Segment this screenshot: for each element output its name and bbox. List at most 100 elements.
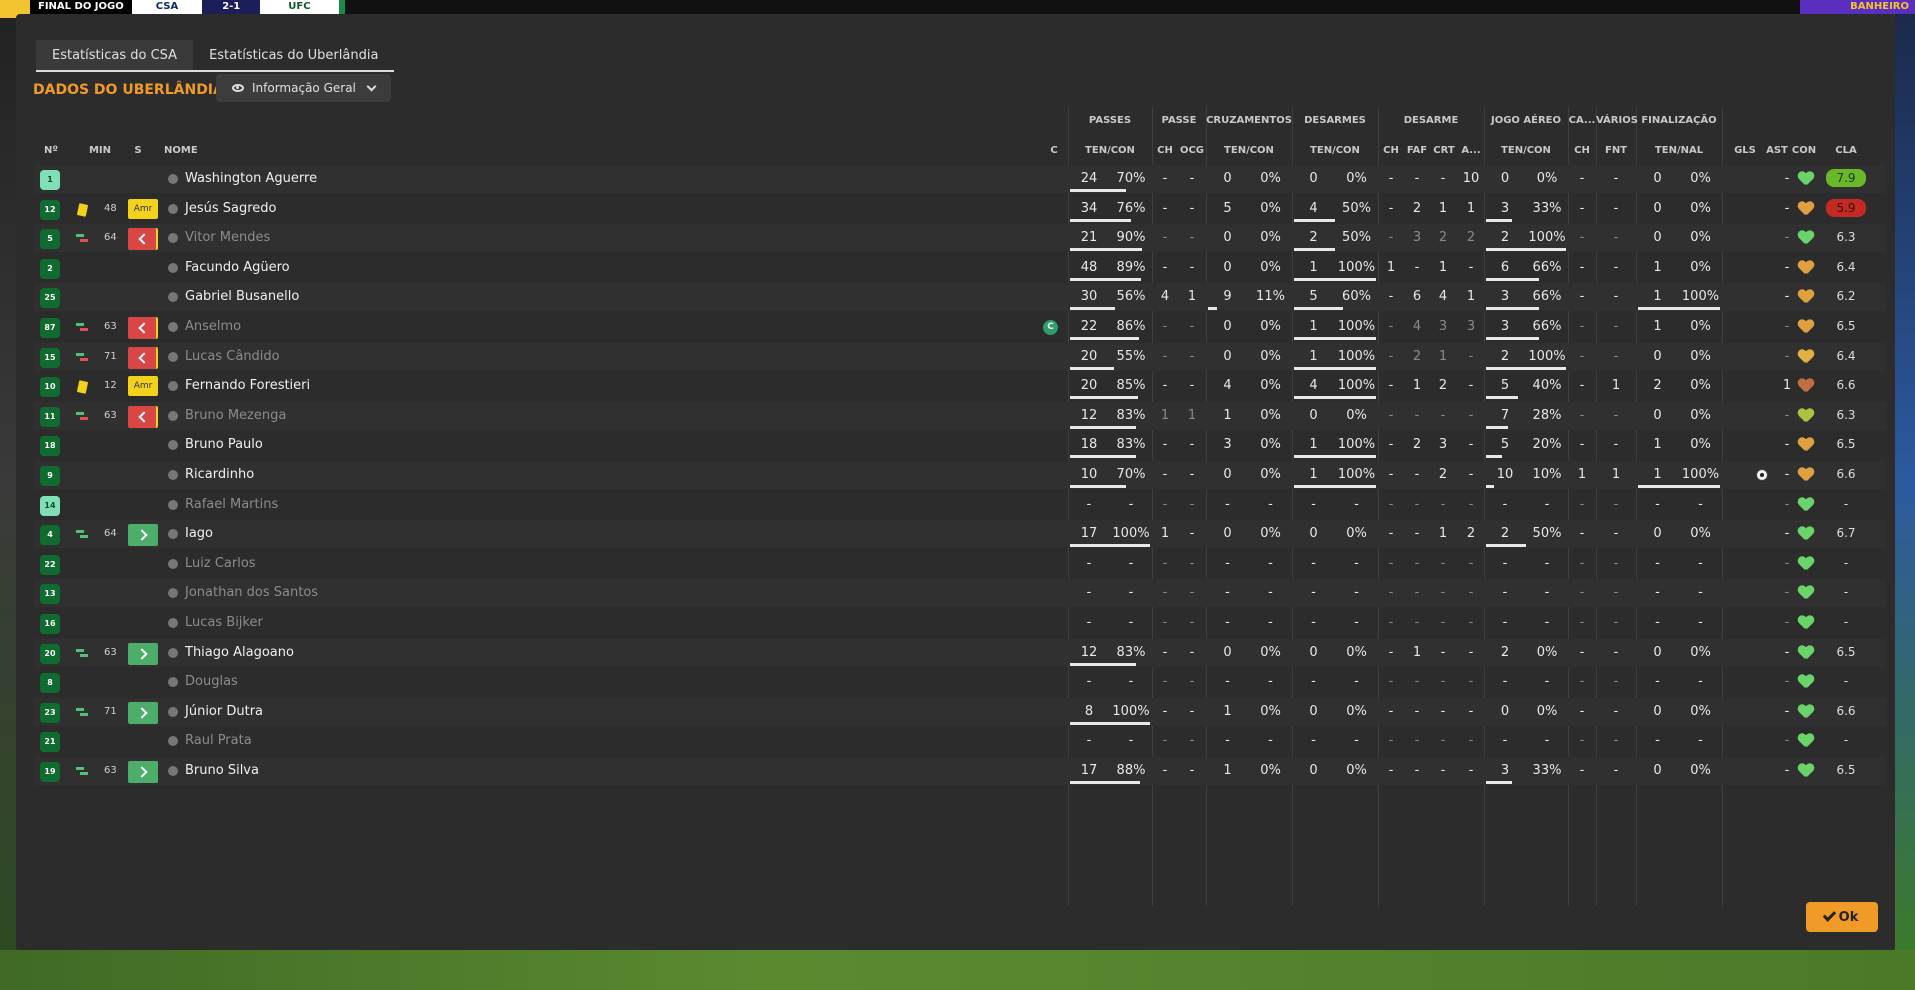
aerial-bar [1486,366,1566,370]
player-icon [168,262,178,273]
desarme-stat: 1 [1466,289,1476,305]
table-row[interactable]: 5 64 Vitor Mendes 21 90% - -0 0% 2 50% -3 2 2 2 100% - -… [34,224,1886,253]
table-row[interactable]: 16 Lucas Bijker - - - - - - - - - - - - - - - - - - - - [34,609,1886,637]
ca-ch: - [1579,348,1585,364]
player-name[interactable]: Jesús Sagredo [185,195,276,223]
table-row[interactable]: 15 71 Lucas Cândido 20 55% - -0 0% 1 100% -2 1-2 100… [34,342,1886,371]
table-row[interactable]: 14 Rafael Martins - - - - - - - - - - - - - - - - - - - - [34,491,1886,519]
table-row[interactable]: 22 Luiz Carlos - - - - - - - - - - - - - - - - - - - - [34,550,1886,578]
column-header-no: Nº [43,145,58,156]
player-name[interactable]: Jonathan dos Santos [185,579,318,607]
player-name[interactable]: Ricardinho [185,461,254,489]
view-select-dropdown[interactable]: Informação Geral [216,74,391,102]
passe-ch: - [1162,319,1168,334]
ball-icon [1756,469,1768,481]
table-row[interactable]: 18 Bruno Paulo 18 83% - -3 0% 1 100% -2 3-5 20% - -1 0… [34,431,1886,459]
subbed-off-badge[interactable] [128,346,158,369]
table-row[interactable]: 21 Raul Prata - - - - - - - - - - - - - - - - - - - - [34,727,1886,755]
passe-ocg: - [1189,526,1195,542]
player-name[interactable]: Lucas Bijker [185,609,263,637]
score: 2-1 [202,0,261,14]
passes-percent: - [1128,733,1134,749]
player-name[interactable]: Rafael Martins [185,491,278,519]
background-left [0,14,16,950]
player-name[interactable]: Anselmo [185,313,241,341]
desarme-stat: - [1468,467,1474,482]
passes-attempts: - [1086,674,1092,690]
table-row[interactable]: 19 63 Bruno Silva 17 88% - -1 0% 0 0% - - - -3 33% - -0 0… [34,757,1886,785]
aerial-percent: - [1544,733,1550,749]
crosses-attempts: - [1225,585,1230,601]
column-header-aereo_tc: TEN/CON [1501,145,1551,156]
group-header-finalizacao: FINALIZAÇÃO [1641,115,1717,126]
player-name[interactable]: Luiz Carlos [185,550,256,578]
ok-button[interactable]: Ok [1806,902,1878,932]
player-name[interactable]: Bruno Paulo [185,431,263,459]
passes-bar [1070,277,1141,281]
crosses-percent: - [1268,555,1273,571]
table-row[interactable]: 25 Gabriel Busanello 30 56% 4 1 9 11% 5 60% -6 4 1 3 6… [34,283,1886,312]
table-row[interactable]: 8 Douglas - - - - - - - - - - - - - - - - - - - - [34,668,1886,696]
subbed-on-badge[interactable] [128,642,158,665]
crosses-attempts: - [1225,615,1230,630]
player-name[interactable]: Gabriel Busanello [185,283,299,311]
player-name[interactable]: Vitor Mendes [185,224,270,252]
player-name[interactable]: Thiago Alagoano [185,639,294,667]
table-row[interactable]: 13 Jonathan dos Santos - - - - - - - - - - - - - - - - - - -… [34,579,1886,608]
player-name[interactable]: Iago [185,520,213,548]
passe-ocg: - [1189,319,1195,334]
table-row[interactable]: 9 Ricardinho 10 70% - -0 0% 1 100% - -2-10 10% 1 1 1 10… [34,461,1886,489]
shirt-icon: 18 [40,436,60,457]
fnt: - [1613,200,1619,216]
table-row[interactable]: 2 Facundo Agüero 48 89% - -0 0% 1 100% 1-1-6 66% - -… [34,254,1886,282]
desarme-stat: - [1414,733,1420,749]
table-row[interactable]: 20 63 Thiago Alagoano 12 83% - -0 0% 0 0% -1- -2 0% -… [34,638,1886,667]
table-row[interactable]: 23 71 Júnior Dutra 8 100% - -1 0% 0 0% - - - -0 0% - -0 0… [34,697,1886,726]
tab-uberlandia-stats[interactable]: Estatísticas do Uberlândia [193,40,395,72]
player-name[interactable]: Júnior Dutra [185,698,263,726]
player-name[interactable]: Douglas [185,668,238,696]
subbed-off-badge[interactable] [128,317,158,339]
player-name[interactable]: Bruno Mezenga [185,402,286,430]
player-icon [168,736,178,747]
rating-badge: 6.6 [1836,467,1856,481]
passe-ocg: - [1189,555,1195,571]
aerial-percent: 50% [1532,526,1562,542]
tab-csa-stats[interactable]: Estatísticas do CSA [36,40,194,72]
subbed-off-badge[interactable] [128,405,158,428]
subbed-on-badge[interactable] [128,761,158,783]
desarme-stat: 2 [1466,526,1476,542]
player-name[interactable]: Washington Aguerre [185,165,317,193]
player-icon [168,588,178,599]
subbed-on-badge[interactable] [128,701,158,724]
desarme-stat: 1 [1438,348,1448,364]
crosses-attempts: - [1225,674,1230,690]
crosses-attempts: 0 [1223,348,1232,364]
table-row[interactable]: 12 48 Amr Jesús Sagredo 34 76% - -5 0% 4 50% -2 1 1 3 3… [34,195,1886,223]
table-row[interactable]: 11 63 Bruno Mezenga 12 83% 1 1 1 0% 0 0% - - - -7 28% - -… [34,401,1886,430]
player-name[interactable]: Facundo Agüero [185,254,290,282]
aerial-attempts: - [1502,585,1508,601]
table-row[interactable]: 10 12 Amr Fernando Forestieri 20 85% - -4 0% 4 100… [34,372,1886,400]
table-row[interactable]: 87 63 Anselmo C 22 86% - -0 0% 1 100% -4 3 3 3 66% - -1 0%… [34,313,1886,341]
rating-badge: - [1843,674,1849,689]
table-row[interactable]: 4 64 Iago 17 100% 1-0 0% 0 0% - -1 2 2 50% - -0 0% -6.7 [34,520,1886,549]
passe-ch: - [1162,348,1168,364]
crosses-percent: 0% [1260,644,1281,660]
player-name[interactable]: Lucas Cândido [185,343,280,371]
passe-ch: - [1162,467,1168,482]
shots-attempts: 1 [1653,319,1662,334]
player-name[interactable]: Raul Prata [185,727,252,755]
subbed-on-badge[interactable] [128,524,158,547]
fnt: - [1613,407,1619,423]
tackles-percent: 0% [1346,171,1367,186]
player-name[interactable]: Bruno Silva [185,757,259,785]
table-row[interactable]: 1 Washington Aguerre 24 70% - -0 0% 0 0% - - -10 0 0%… [34,165,1886,193]
subbed-off-badge[interactable] [128,228,158,251]
player-name[interactable]: Fernando Forestieri [185,372,310,400]
aerial-percent: 33% [1532,763,1562,778]
desarme-stat: - [1414,171,1420,186]
tackles-percent: - [1354,615,1359,630]
passes-percent: 56% [1116,289,1146,305]
ca-ch: - [1579,289,1585,305]
